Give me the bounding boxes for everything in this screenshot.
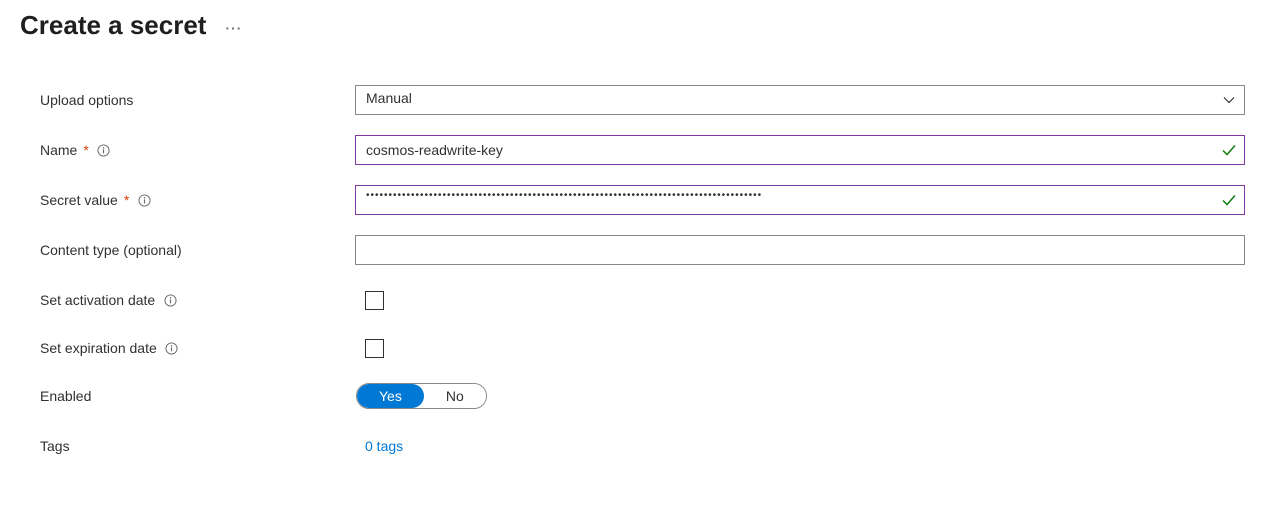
tags-label: Tags — [40, 438, 70, 454]
expiration-date-label: Set expiration date — [40, 340, 157, 356]
info-icon[interactable] — [97, 143, 111, 157]
enabled-no-button[interactable]: No — [424, 384, 486, 408]
required-indicator: * — [83, 142, 88, 158]
upload-options-value: Manual — [355, 85, 1245, 115]
name-input[interactable] — [355, 135, 1245, 165]
create-secret-form: Upload options Manual Name * — [0, 45, 1270, 461]
info-icon[interactable] — [163, 293, 177, 307]
upload-options-label: Upload options — [40, 92, 133, 108]
info-icon[interactable] — [165, 341, 179, 355]
enabled-label: Enabled — [40, 388, 91, 404]
enabled-toggle: Yes No — [356, 383, 487, 409]
required-indicator: * — [124, 192, 129, 208]
expiration-date-checkbox[interactable] — [365, 339, 384, 358]
activation-date-label: Set activation date — [40, 292, 155, 308]
info-icon[interactable] — [137, 193, 151, 207]
secret-value-label: Secret value — [40, 192, 118, 208]
enabled-yes-button[interactable]: Yes — [357, 384, 424, 408]
page-title: Create a secret — [20, 10, 206, 41]
content-type-input[interactable] — [355, 235, 1245, 265]
name-label: Name — [40, 142, 77, 158]
upload-options-select[interactable]: Manual — [355, 85, 1245, 115]
activation-date-checkbox[interactable] — [365, 291, 384, 310]
tags-link[interactable]: 0 tags — [365, 438, 403, 454]
more-actions-icon[interactable]: ⋯ — [224, 13, 240, 39]
content-type-label: Content type (optional) — [40, 242, 182, 258]
secret-value-input[interactable]: ••••••••••••••••••••••••••••••••••••••••… — [355, 185, 1245, 215]
